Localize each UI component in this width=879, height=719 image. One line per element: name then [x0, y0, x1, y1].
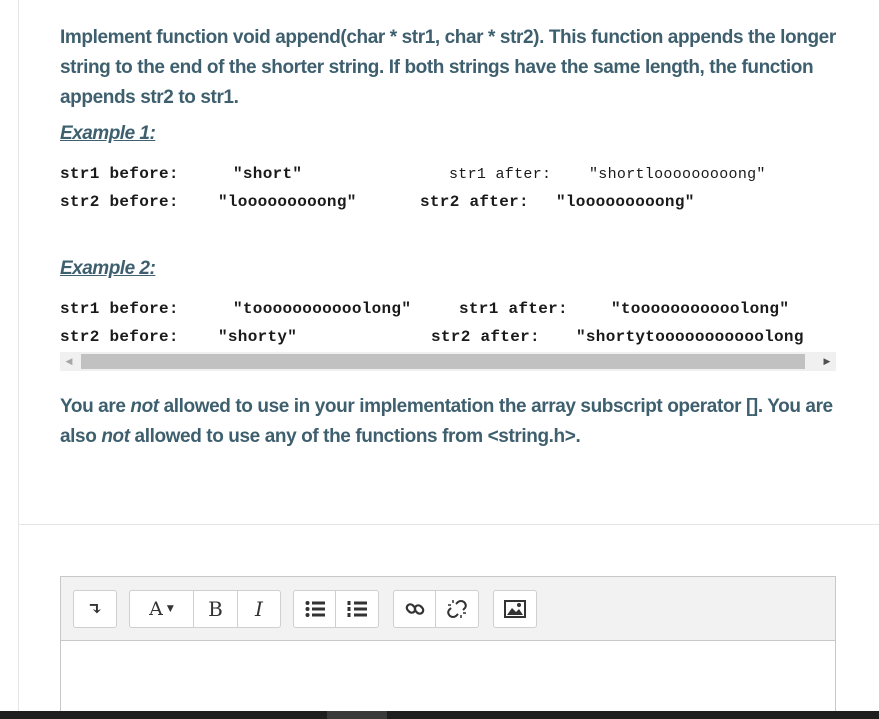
scrollbar-thumb[interactable]	[81, 354, 805, 369]
chevron-down-icon: ▼	[166, 604, 174, 614]
link-icon[interactable]	[394, 591, 436, 627]
unordered-list-icon[interactable]	[294, 591, 336, 627]
scroll-left-arrow-icon[interactable]: ◀	[60, 352, 78, 371]
ex2-str1-before-label: str1 before:	[60, 300, 179, 318]
ex1-str2-after-label: str2 after:	[420, 193, 529, 211]
example-2-heading: Example 2:	[60, 258, 156, 279]
restriction-note: You are not allowed to use in your imple…	[60, 392, 850, 452]
ex1-str2-before-value: "looooooooong"	[218, 193, 357, 211]
ex2-str2-before-label: str2 before:	[60, 328, 179, 346]
example-1-heading: Example 1:	[60, 123, 156, 144]
toolbar-group-links	[393, 590, 479, 628]
note-emphasis-not-1: not	[130, 396, 159, 417]
insert-image-icon[interactable]	[494, 591, 536, 627]
toolbar-group-text: A ▼ B I	[129, 590, 281, 628]
ex2-str2-after-label: str2 after:	[431, 328, 540, 346]
os-taskbar	[0, 711, 879, 719]
ex1-str2-before-label: str2 before:	[60, 193, 179, 211]
toolbar-group-collapse: ↴	[73, 590, 117, 628]
question-text: Implement function void append(char * st…	[60, 27, 836, 108]
ex1-str1-after-value: "shortlooooooooong"	[589, 166, 766, 183]
font-style-button[interactable]: A ▼	[130, 591, 194, 627]
ex2-str1-after-label: str1 after:	[459, 300, 568, 318]
unlink-icon[interactable]	[436, 591, 478, 627]
ex2-str1-before-value: "tooooooooooolong"	[233, 300, 412, 318]
ex1-str2-after-value: "looooooooong"	[556, 193, 695, 211]
editor-toolbar: ↴ A ▼ B I	[61, 577, 835, 641]
question-card: Implement function void append(char * st…	[18, 0, 879, 719]
scroll-right-arrow-icon[interactable]: ▶	[818, 352, 836, 371]
ex1-str1-before-value: "short"	[233, 165, 303, 183]
note-text-1: You are	[60, 396, 131, 417]
ex2-str1-after-value: "tooooooooooolong"	[611, 300, 790, 318]
italic-button[interactable]: I	[238, 591, 280, 627]
toolbar-group-lists	[293, 590, 379, 628]
collapse-toolbar-icon[interactable]: ↴	[74, 591, 116, 627]
bold-button[interactable]: B	[194, 591, 238, 627]
note-text-3: allowed to use any of the functions from…	[129, 426, 581, 447]
ex2-str2-after-value: "shortytooooooooooolong	[576, 328, 804, 346]
taskbar-item[interactable]	[327, 711, 387, 719]
question-area: Implement function void append(char * st…	[19, 0, 879, 525]
ex1-str1-after-label: str1 after:	[449, 166, 552, 183]
note-emphasis-not-2: not	[101, 426, 130, 447]
ordered-list-icon[interactable]	[336, 591, 378, 627]
font-style-icon: A	[149, 598, 163, 620]
ex1-str1-before-label: str1 before:	[60, 165, 179, 183]
ex2-str2-before-value: "shorty"	[218, 328, 298, 346]
example-horizontal-scrollbar[interactable]: ◀ ▶	[60, 352, 836, 371]
answer-editor[interactable]: ↴ A ▼ B I	[60, 576, 836, 719]
toolbar-group-media	[493, 590, 537, 628]
